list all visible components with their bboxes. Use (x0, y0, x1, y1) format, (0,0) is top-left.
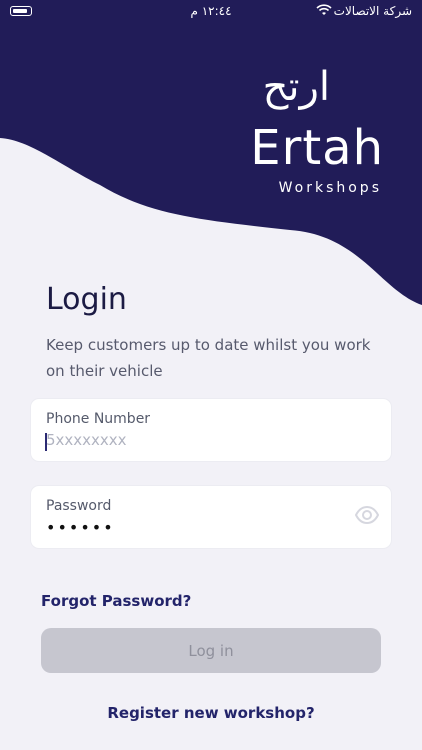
status-carrier: شركة الاتصالات (333, 4, 412, 18)
logo-english: Ertah (250, 120, 384, 176)
phone-label: Phone Number (46, 411, 151, 427)
phone-input[interactable]: 5xxxxxxxx (46, 431, 127, 449)
password-label: Password (46, 498, 112, 514)
wifi-icon (316, 4, 332, 15)
password-input[interactable]: •••••• (46, 518, 115, 537)
battery-icon (10, 6, 32, 16)
password-field[interactable]: Password •••••• (31, 486, 391, 548)
page-subtitle: Keep customers up to date whilst you wor… (46, 336, 371, 380)
eye-icon[interactable] (355, 506, 379, 524)
phone-field[interactable]: Phone Number 5xxxxxxxx (31, 399, 391, 461)
logo-arabic: ارتح (262, 64, 330, 110)
register-link[interactable]: Register new workshop? (0, 704, 422, 722)
page-title: Login (46, 282, 127, 317)
logo-subtitle: Workshops (278, 180, 382, 196)
status-bar: ١٢:٤٤ م شركة الاتصالات (0, 0, 422, 24)
status-time: ١٢:٤٤ م (190, 4, 232, 18)
login-button[interactable]: Log in (41, 628, 381, 673)
forgot-password-link[interactable]: Forgot Password? (41, 592, 191, 610)
